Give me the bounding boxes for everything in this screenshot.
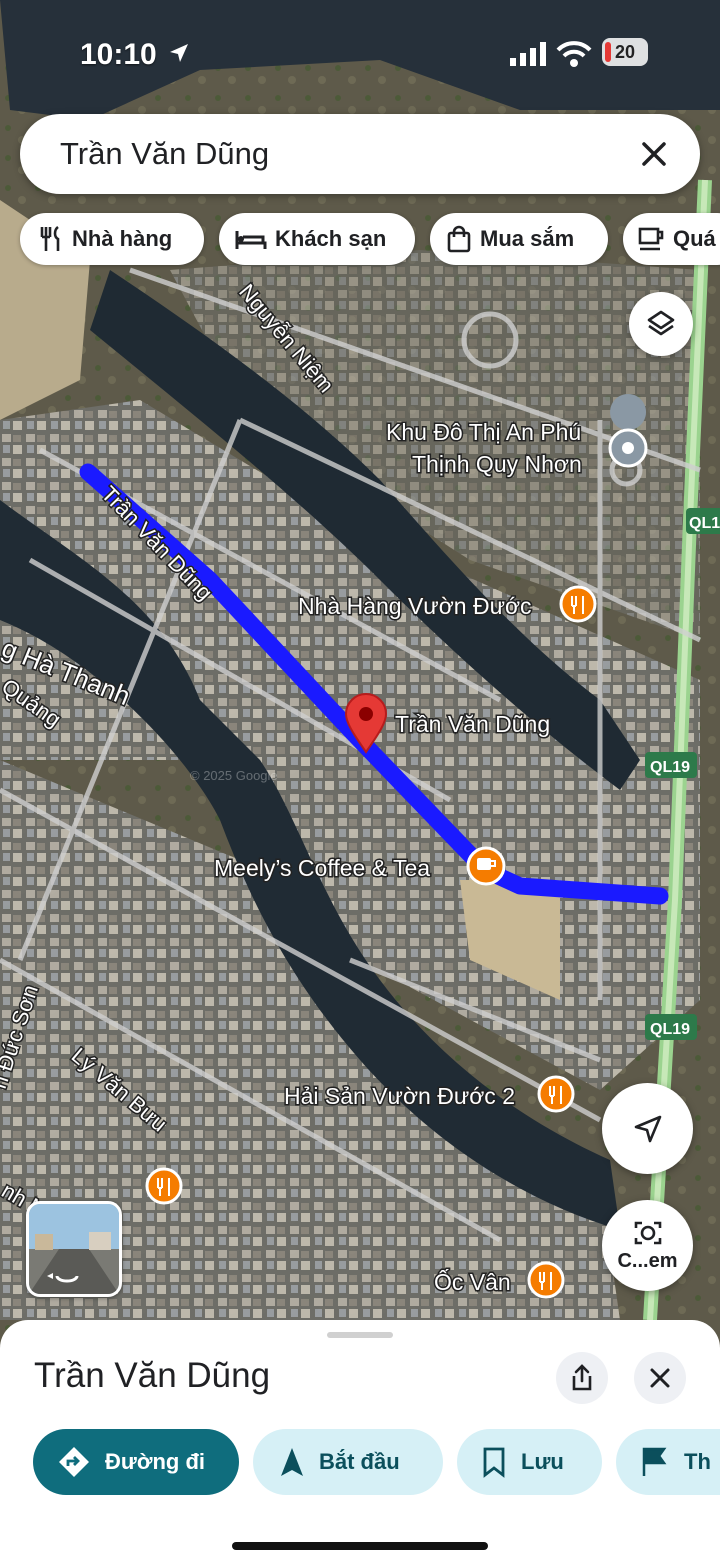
road-badge-ql1d: QL1D	[686, 508, 720, 534]
location-arrow-icon	[170, 44, 188, 62]
chip-label: Khách sạn	[275, 226, 387, 251]
coffee-cup-icon	[638, 227, 664, 251]
camera-search-label: C...em	[617, 1250, 678, 1272]
camera-search-button[interactable]: C...em	[602, 1200, 693, 1291]
fork-knife-icon	[40, 225, 60, 251]
place-title: Trần Văn Dũng	[34, 1356, 271, 1395]
place-label: Meely’s Coffee & Tea	[214, 855, 430, 881]
svg-text:QL19: QL19	[650, 1021, 690, 1038]
start-label: Bắt đầu	[319, 1449, 400, 1474]
restaurant-marker-icon	[527, 1261, 565, 1299]
place-label: Trần Văn Dũng	[395, 711, 550, 737]
directions-button[interactable]: Đường đi	[33, 1429, 239, 1495]
place-label: Khu Đô Thị An Phú	[386, 419, 581, 445]
layers-icon	[647, 310, 675, 336]
chip-hotels[interactable]: Khách sạn	[219, 213, 415, 265]
svg-text:QL19: QL19	[650, 759, 690, 776]
wifi-icon	[556, 41, 592, 67]
start-navigation-button[interactable]: Bắt đầu	[253, 1429, 443, 1495]
close-icon	[650, 1368, 670, 1388]
place-label: Nhà Hàng Vườn Đước	[298, 593, 532, 619]
chip-shopping[interactable]: Mua sắm	[430, 213, 608, 265]
chip-label: Nhà hàng	[72, 226, 173, 251]
save-button[interactable]: Lưu	[457, 1429, 602, 1495]
directions-label: Đường đi	[105, 1449, 205, 1474]
place-label: Ốc Vân	[434, 1268, 511, 1295]
more-actions-button[interactable]: Th	[616, 1429, 720, 1495]
bookmark-icon	[483, 1447, 505, 1478]
save-label: Lưu	[521, 1449, 564, 1474]
chip-restaurants[interactable]: Nhà hàng	[20, 213, 204, 265]
flag-icon	[642, 1447, 667, 1476]
restaurant-marker-icon	[145, 1167, 183, 1205]
chip-cafes[interactable]: Quá	[623, 213, 720, 265]
battery-level: 20	[602, 38, 648, 66]
road-badge-ql19: QL19	[645, 1014, 697, 1040]
close-sheet-button[interactable]	[634, 1352, 686, 1404]
map-watermark: © 2025 Google	[190, 768, 278, 783]
camera-lens-icon	[634, 1221, 661, 1245]
status-time: 10:10	[80, 38, 157, 71]
cellular-signal-icon	[510, 42, 546, 66]
shopping-bag-icon	[447, 225, 471, 253]
svg-text:QL1D: QL1D	[689, 515, 720, 532]
restaurant-marker-icon	[559, 585, 597, 623]
chip-label: Quá	[673, 226, 716, 251]
sheet-drag-handle[interactable]	[327, 1332, 393, 1338]
search-query[interactable]: Trần Văn Dũng	[60, 136, 269, 172]
place-label: Hải Sản Vườn Đước 2	[284, 1083, 515, 1109]
directions-icon	[59, 1447, 89, 1477]
share-icon	[572, 1364, 592, 1391]
place-label: Thịnh Quy Nhơn	[412, 451, 582, 477]
close-icon[interactable]	[632, 132, 676, 176]
share-button[interactable]	[556, 1352, 608, 1404]
street-view-thumbnail[interactable]	[26, 1201, 122, 1297]
navigation-arrow-icon	[634, 1115, 661, 1142]
search-bar[interactable]: Trần Văn Dũng	[20, 114, 700, 194]
more-label: Th	[684, 1449, 711, 1474]
home-indicator[interactable]	[232, 1542, 488, 1550]
bed-icon	[235, 231, 267, 249]
place-bottom-sheet: Trần Văn Dũng Đường đi Bắt đầu Lưu Th	[0, 1320, 720, 1564]
navigation-arrow-icon	[281, 1448, 303, 1476]
cafe-marker-icon	[466, 846, 506, 886]
road-badge-ql19: QL19	[645, 752, 697, 778]
street-view-image	[29, 1204, 119, 1294]
restaurant-marker-icon	[537, 1075, 575, 1113]
category-chips: Nhà hàng Khách sạn Mua sắm Quá	[20, 213, 720, 267]
my-location-button[interactable]	[602, 1083, 693, 1174]
layers-button[interactable]	[629, 292, 693, 356]
chip-label: Mua sắm	[480, 226, 575, 251]
status-bar: 10:10 20	[0, 28, 720, 78]
